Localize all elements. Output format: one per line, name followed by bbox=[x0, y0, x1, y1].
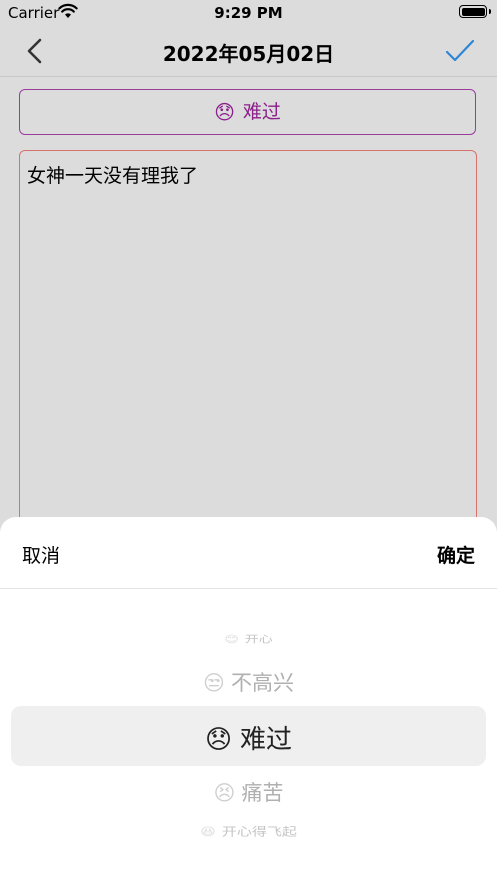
mood-label: 难过 bbox=[242, 101, 281, 123]
picker-option[interactable]: 😒 不高兴 bbox=[0, 667, 497, 697]
mood-selector-button[interactable]: 😞 难过 bbox=[19, 89, 476, 135]
unamused-face-icon: 😒 bbox=[203, 671, 225, 695]
diary-text: 女神一天没有理我了 bbox=[27, 165, 199, 187]
navigation-bar: 2022年05月02日 bbox=[0, 28, 497, 77]
picker-header: 取消 确定 bbox=[0, 517, 497, 589]
battery-icon bbox=[459, 5, 491, 18]
status-bar: Carrier 9:29 PM bbox=[0, 0, 497, 28]
mood-picker-sheet: 取消 确定 😊 开心 😒 不高兴 😞 难过 😣 痛苦 😆 开心得飞起 bbox=[0, 517, 497, 883]
picker-option[interactable]: 😣 痛苦 bbox=[0, 777, 497, 807]
picker-option-selected[interactable]: 😞 难过 bbox=[0, 719, 497, 756]
laughing-face-icon: 😆 bbox=[200, 825, 216, 839]
sad-face-icon: 😞 bbox=[204, 725, 233, 755]
picker-option-label: 开心得飞起 bbox=[221, 825, 297, 839]
sad-face-icon: 😞 bbox=[214, 100, 235, 124]
happy-face-icon: 😊 bbox=[224, 634, 239, 646]
picker-option-label: 不高兴 bbox=[230, 671, 294, 695]
persevering-face-icon: 😣 bbox=[213, 781, 236, 805]
picker-option-label: 痛苦 bbox=[241, 781, 284, 805]
save-checkmark-icon[interactable] bbox=[445, 38, 475, 64]
picker-option-label: 难过 bbox=[240, 725, 293, 755]
picker-option-label: 开心 bbox=[244, 634, 273, 646]
cancel-button[interactable]: 取消 bbox=[22, 541, 60, 568]
page-title: 2022年05月02日 bbox=[162, 42, 335, 66]
picker-option[interactable]: 😊 开心 bbox=[0, 632, 497, 646]
confirm-button[interactable]: 确定 bbox=[437, 541, 475, 568]
picker-option[interactable]: 😆 开心得飞起 bbox=[0, 824, 497, 840]
status-time: 9:29 PM bbox=[214, 4, 283, 22]
